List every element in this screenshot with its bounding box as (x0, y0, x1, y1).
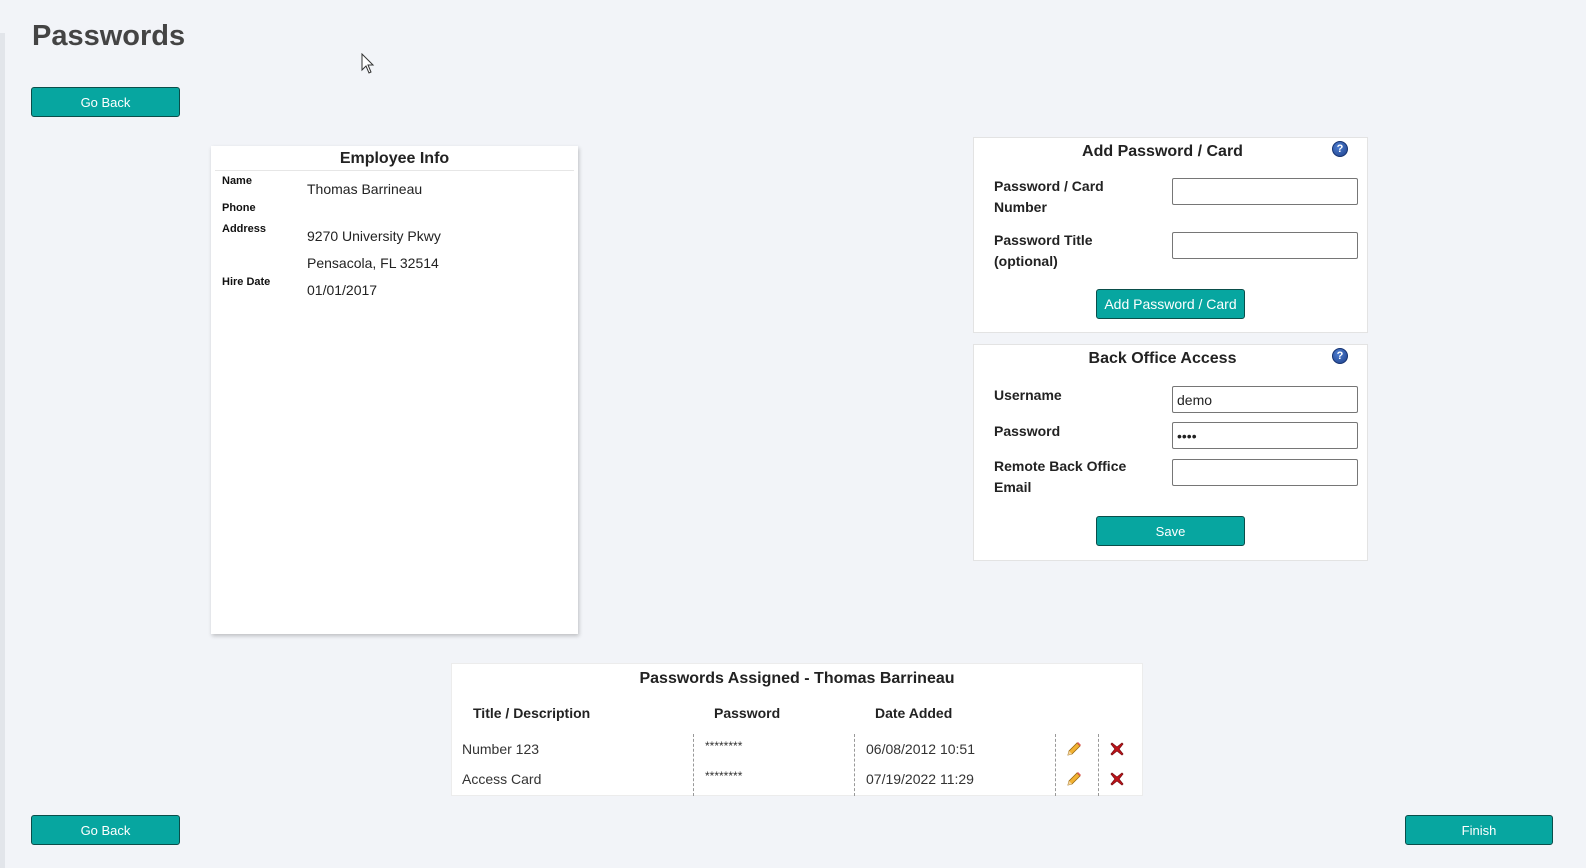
save-button[interactable]: Save (1096, 516, 1245, 546)
column-divider (854, 734, 855, 796)
column-header-title: Title / Description (473, 705, 591, 721)
add-password-panel: Add Password / Card ? Password / Card Nu… (973, 137, 1368, 333)
phone-label: Phone (222, 202, 256, 214)
pencil-icon[interactable] (1065, 740, 1083, 758)
red-x-icon[interactable] (1108, 770, 1126, 788)
question-mark-icon[interactable]: ? (1332, 141, 1348, 157)
row-2-title: Access Card (462, 771, 542, 787)
password-title-label-line1: Password Title (994, 232, 1093, 248)
red-x-icon[interactable] (1108, 740, 1126, 758)
go-back-button-bottom[interactable]: Go Back (31, 815, 180, 845)
address-label: Address (222, 223, 267, 235)
row-1-date: 06/08/2012 10:51 (866, 741, 975, 757)
pencil-icon[interactable] (1065, 770, 1083, 788)
column-divider (1098, 734, 1099, 796)
mouse-cursor-icon (361, 53, 375, 74)
remote-email-label-line2: Email (994, 479, 1032, 495)
hire-date-label: Hire Date (222, 276, 271, 288)
go-back-button-top[interactable]: Go Back (31, 87, 180, 117)
password-number-label-line2: Number (994, 199, 1047, 215)
add-password-button[interactable]: Add Password / Card (1096, 289, 1245, 319)
column-header-date: Date Added (875, 705, 953, 721)
passwords-assigned-title: Passwords Assigned - Thomas Barrineau (639, 670, 955, 687)
password-number-input[interactable] (1172, 178, 1358, 205)
password-label: Password (994, 423, 1061, 439)
address-line1: 9270 University Pkwy (307, 228, 441, 244)
column-divider (693, 734, 694, 796)
column-divider (1055, 734, 1056, 796)
employee-info-title: Employee Info (215, 146, 574, 171)
column-header-password: Password (714, 705, 781, 721)
left-edge-strip (0, 33, 5, 868)
password-title-input[interactable] (1172, 232, 1358, 259)
remote-email-input[interactable] (1172, 459, 1358, 486)
username-label: Username (994, 387, 1062, 403)
name-value: Thomas Barrineau (307, 181, 423, 197)
password-number-label: Password / Card Number (994, 176, 1104, 218)
back-office-title: Back Office Access (1088, 350, 1237, 367)
row-1-password: ******** (705, 739, 743, 753)
username-input[interactable] (1172, 386, 1358, 413)
add-password-title: Add Password / Card (1082, 143, 1243, 160)
password-title-label: Password Title (optional) (994, 230, 1093, 272)
name-label: Name (222, 175, 252, 187)
remote-email-label-line1: Remote Back Office (994, 458, 1127, 474)
row-1-title: Number 123 (462, 741, 540, 757)
password-number-label-line1: Password / Card (994, 178, 1104, 194)
question-mark-icon[interactable]: ? (1332, 348, 1348, 364)
password-title-label-line2: (optional) (994, 253, 1058, 269)
row-2-date: 07/19/2022 11:29 (866, 771, 974, 787)
back-office-panel: Back Office Access ? Username Password R… (973, 344, 1368, 561)
page-title: Passwords (32, 20, 186, 52)
address-line2: Pensacola, FL 32514 (307, 255, 439, 271)
remote-email-label: Remote Back Office Email (994, 456, 1126, 498)
row-2-password: ******** (705, 769, 743, 783)
employee-info-panel: Employee Info Name Thomas Barrineau Phon… (211, 146, 578, 634)
finish-button[interactable]: Finish (1405, 815, 1553, 845)
hire-date-value: 01/01/2017 (307, 282, 378, 298)
password-input[interactable] (1172, 422, 1358, 449)
passwords-assigned-panel: Passwords Assigned - Thomas Barrineau Ti… (451, 663, 1143, 796)
